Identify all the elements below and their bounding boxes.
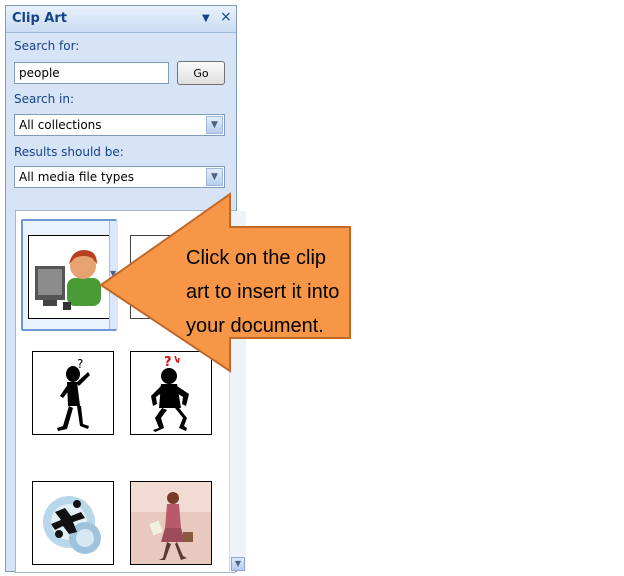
callout-text: Click on the clip art to insert it into … [186,247,340,337]
